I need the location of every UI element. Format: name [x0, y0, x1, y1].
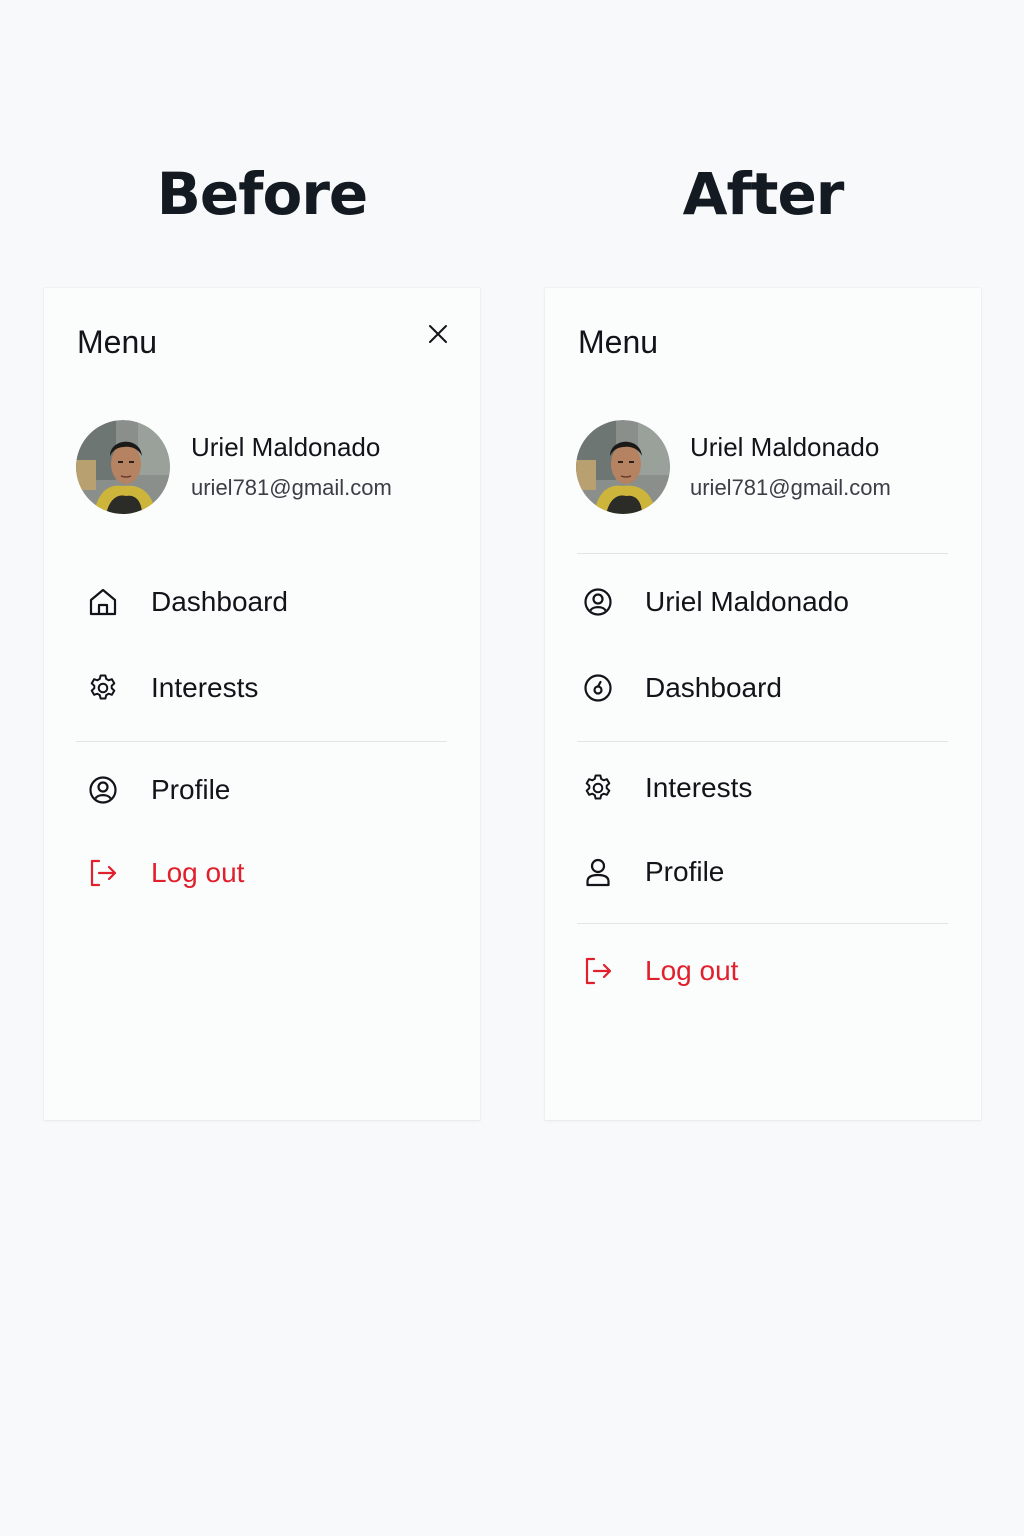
menu-item-label: Profile: [151, 774, 231, 805]
before-heading: Before: [156, 160, 369, 228]
gauge-icon: [577, 662, 645, 714]
user-name: Uriel Maldonado: [690, 432, 880, 462]
menu-item-interests[interactable]: Interests: [577, 762, 948, 814]
menu-title: Menu: [77, 324, 158, 360]
after-heading: After: [682, 160, 845, 228]
divider: [577, 923, 948, 924]
user-name: Uriel Maldonado: [191, 432, 381, 462]
user-circle-icon: [577, 576, 645, 628]
close-button[interactable]: [424, 320, 452, 348]
close-icon: [429, 325, 447, 343]
menu-item-profile[interactable]: Profile: [577, 846, 948, 898]
menu-item-label: Log out: [151, 857, 245, 888]
menu-panel-before: Menu Uriel Maldonado uriel781@gmail.com …: [44, 288, 480, 1120]
user-email: uriel781@gmail.com: [191, 475, 392, 500]
user-icon: [577, 846, 645, 898]
menu-item-label: Log out: [645, 955, 739, 986]
divider: [76, 741, 447, 742]
menu-item-dashboard[interactable]: Dashboard: [76, 576, 447, 628]
menu-title: Menu: [578, 324, 659, 360]
menu-panel-after: Menu Uriel Maldonado uriel781@gmail.com …: [545, 288, 981, 1120]
menu-item-profile[interactable]: Profile: [76, 764, 447, 816]
logout-icon: [577, 945, 645, 997]
menu-item-label: Uriel Maldonado: [645, 586, 849, 617]
avatar: [76, 420, 170, 514]
menu-item-label: Dashboard: [645, 672, 782, 703]
menu-item-account[interactable]: Uriel Maldonado: [577, 576, 948, 628]
menu-item-label: Interests: [151, 672, 259, 703]
home-icon: [76, 576, 136, 628]
gear-icon: [76, 662, 136, 714]
menu-item-interests[interactable]: Interests: [76, 662, 447, 714]
divider: [577, 553, 948, 554]
menu-item-label: Interests: [645, 772, 753, 803]
menu-item-dashboard[interactable]: Dashboard: [577, 662, 948, 714]
menu-item-logout[interactable]: Log out: [76, 847, 447, 899]
gear-icon: [577, 762, 645, 814]
menu-item-logout[interactable]: Log out: [577, 945, 948, 997]
user-card: Uriel Maldonado uriel781@gmail.com: [76, 420, 456, 516]
avatar: [576, 420, 670, 514]
user-circle-icon: [76, 764, 136, 816]
menu-item-label: Dashboard: [151, 586, 288, 617]
menu-item-label: Profile: [645, 856, 725, 887]
logout-icon: [76, 847, 136, 899]
divider: [577, 741, 948, 742]
user-card: Uriel Maldonado uriel781@gmail.com: [576, 420, 956, 516]
user-email: uriel781@gmail.com: [690, 475, 891, 500]
